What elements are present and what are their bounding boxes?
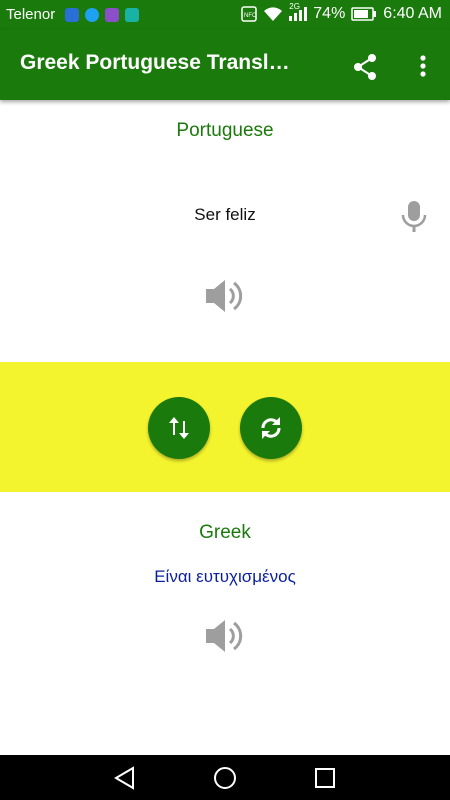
gallery-icon — [105, 7, 120, 22]
recent-apps-button[interactable] — [312, 765, 338, 791]
target-language-label[interactable]: Greek — [0, 522, 450, 544]
wifi-icon — [264, 7, 283, 21]
home-button[interactable] — [212, 765, 238, 791]
overflow-menu-button[interactable] — [408, 52, 438, 82]
app-notification-icon — [65, 7, 80, 22]
refresh-button[interactable] — [240, 397, 302, 459]
app-title: Greek Portuguese Transl… — [20, 51, 290, 74]
signal-icon: 2G — [289, 2, 308, 21]
speaker-icon — [206, 620, 243, 652]
swap-languages-icon — [169, 417, 189, 439]
speak-source-button[interactable] — [203, 276, 247, 316]
messenger-icon — [85, 7, 100, 22]
navigation-bar — [0, 755, 450, 800]
microphone-button[interactable] — [400, 200, 428, 234]
recent-apps-icon — [315, 768, 335, 788]
share-icon — [354, 54, 376, 80]
svg-text:NFC: NFC — [244, 13, 257, 19]
status-right: NFC 2G 74% 6:40 AM — [241, 2, 442, 23]
source-text-input[interactable]: Ser feliz — [60, 205, 390, 225]
speaker-icon — [206, 280, 243, 312]
refresh-icon — [261, 417, 281, 439]
nfc-icon: NFC — [241, 6, 257, 22]
controls-band — [0, 362, 450, 492]
home-icon — [214, 767, 236, 789]
speak-target-button[interactable] — [203, 616, 247, 656]
back-icon — [114, 766, 134, 790]
share-button[interactable] — [350, 52, 380, 82]
app-bar: Greek Portuguese Transl… — [0, 30, 450, 100]
network-type-label: 2G — [289, 2, 300, 11]
status-bar: Telenor NFC 2G 74% 6:40 AM — [0, 0, 450, 30]
back-button[interactable] — [112, 765, 138, 791]
download-icon — [125, 7, 140, 22]
swap-languages-button[interactable] — [148, 397, 210, 459]
battery-percent: 74% — [313, 5, 346, 22]
status-left: Telenor — [6, 6, 140, 23]
battery-icon — [351, 7, 377, 21]
clock: 6:40 AM — [383, 5, 442, 22]
carrier-label: Telenor — [6, 6, 56, 23]
overflow-menu-icon — [420, 55, 426, 77]
translation-output: Είναι ευτυχισμένος — [154, 567, 296, 586]
microphone-icon — [401, 201, 427, 232]
source-language-label[interactable]: Portuguese — [0, 120, 450, 142]
